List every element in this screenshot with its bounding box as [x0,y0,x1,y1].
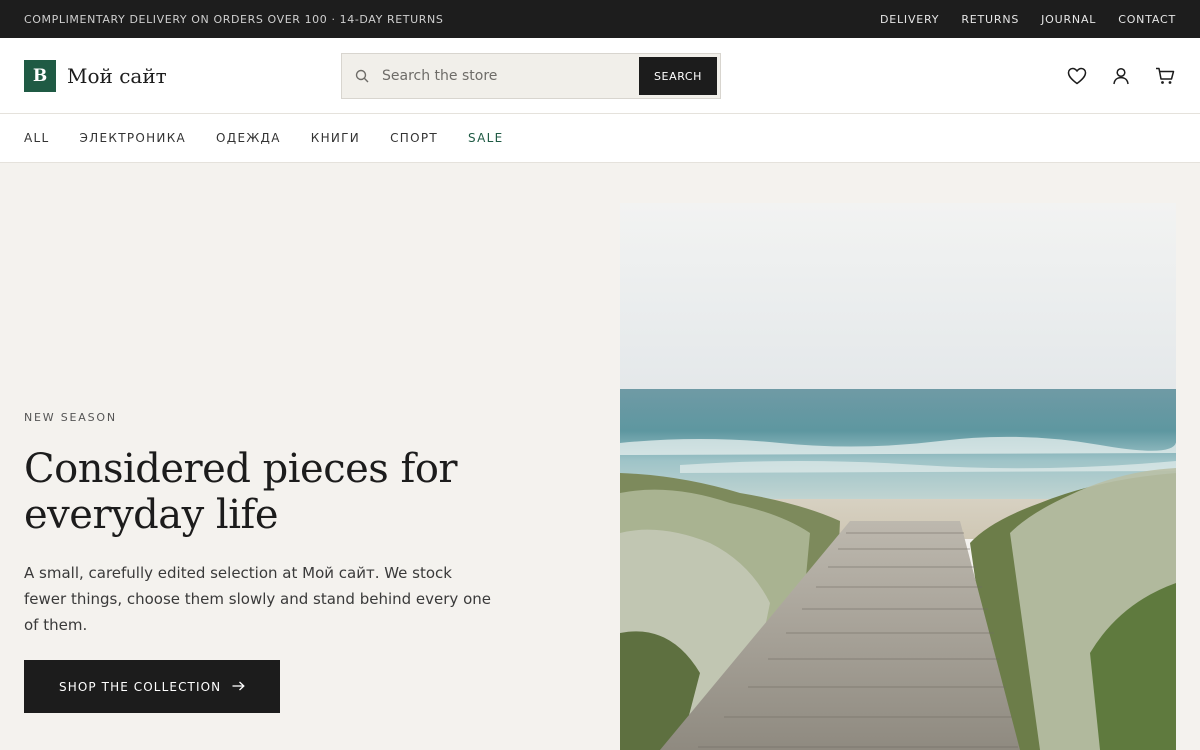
brand-name: Мой сайт [67,63,167,88]
nav-item-sale[interactable]: SALE [468,131,504,145]
hero-subtitle: A small, carefully edited selection at М… [24,564,491,634]
hero-title-line2: everyday life [24,492,279,538]
utility-link-delivery[interactable]: DELIVERY [880,13,939,26]
cta-label: SHOP THE COLLECTION [59,679,222,694]
beach-boardwalk-photo [620,203,1176,750]
brand-mark: B [24,59,56,92]
utility-link-contact[interactable]: CONTACT [1118,13,1176,26]
search-input[interactable] [382,54,639,98]
hero-image [620,203,1176,750]
brand-logo[interactable]: B Мой сайт [24,59,167,92]
nav-item-books[interactable]: КНИГИ [311,131,360,145]
hero-content: NEW SEASON Considered pieces for everyda… [24,411,564,713]
hero-title: Considered pieces for everyday life [24,446,564,538]
nav-item-electronics[interactable]: ЭЛЕКТРОНИКА [79,131,186,145]
hero-title-line1: Considered pieces for [24,446,458,492]
shop-collection-button[interactable]: SHOP THE COLLECTION [24,660,281,713]
nav-item-sport[interactable]: СПОРТ [390,131,438,145]
announcement-bar: COMPLIMENTARY DELIVERY ON ORDERS OVER 10… [0,0,1200,38]
search-button[interactable]: SEARCH [639,57,717,95]
heart-icon[interactable] [1066,65,1088,87]
utility-link-returns[interactable]: RETURNS [961,13,1019,26]
search-bar: SEARCH [341,53,721,99]
header-actions [1066,38,1176,114]
arrow-right-icon [232,680,245,694]
site-header: B Мой сайт SEARCH [0,38,1200,114]
user-icon[interactable] [1110,65,1132,87]
cart-icon[interactable] [1154,65,1176,87]
nav-item-all[interactable]: ALL [24,131,49,145]
utility-links: DELIVERY RETURNS JOURNAL CONTACT [880,13,1176,26]
utility-link-journal[interactable]: JOURNAL [1041,13,1096,26]
promo-text: COMPLIMENTARY DELIVERY ON ORDERS OVER 10… [24,12,444,26]
category-nav: ALL ЭЛЕКТРОНИКА ОДЕЖДА КНИГИ СПОРТ SALE [0,114,1200,163]
hero-eyebrow: NEW SEASON [24,411,117,424]
search-icon [342,69,382,83]
hero-section: NEW SEASON Considered pieces for everyda… [0,163,1200,750]
nav-item-clothing[interactable]: ОДЕЖДА [216,131,281,145]
